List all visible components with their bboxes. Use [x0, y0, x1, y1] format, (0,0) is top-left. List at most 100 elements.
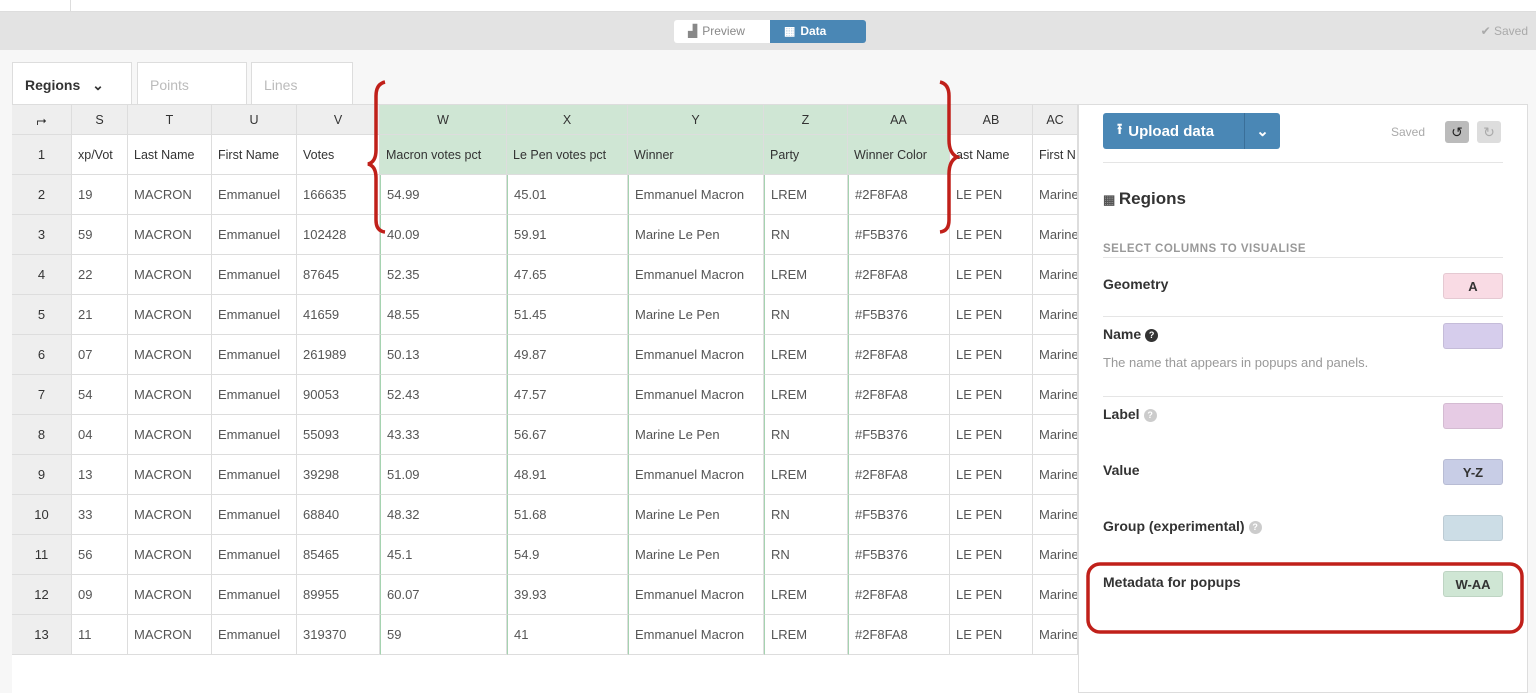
data-cell[interactable]: 48.32 [380, 495, 507, 535]
column-header-s[interactable]: S [72, 105, 128, 135]
data-cell[interactable]: 07 [72, 335, 128, 375]
data-cell[interactable]: LE PEN [950, 535, 1033, 575]
tab-regions[interactable]: Regions ⌄ [12, 62, 132, 106]
column-header-y[interactable]: Y [628, 105, 764, 135]
data-cell[interactable]: 59.91 [507, 215, 628, 255]
row-number[interactable]: 5 [12, 295, 72, 335]
data-cell[interactable]: Emmanuel [212, 295, 297, 335]
header-cell[interactable]: Party [764, 135, 848, 175]
data-cell[interactable]: Emmanuel [212, 215, 297, 255]
tab-points[interactable]: Points [137, 62, 247, 104]
column-selector[interactable] [1443, 403, 1503, 429]
data-cell[interactable]: 54 [72, 375, 128, 415]
row-number[interactable]: 12 [12, 575, 72, 615]
data-cell[interactable]: #F5B376 [848, 215, 950, 255]
row-number[interactable]: 3 [12, 215, 72, 255]
data-cell[interactable]: #2F8FA8 [848, 375, 950, 415]
data-cell[interactable]: #2F8FA8 [848, 335, 950, 375]
header-cell[interactable]: Winner Color [848, 135, 950, 175]
data-cell[interactable]: Emmanuel [212, 255, 297, 295]
header-cell[interactable]: Votes [297, 135, 380, 175]
data-cell[interactable]: #2F8FA8 [848, 455, 950, 495]
row-number[interactable]: 2 [12, 175, 72, 215]
data-cell[interactable]: MACRON [128, 415, 212, 455]
column-header-ab[interactable]: AB [950, 105, 1033, 135]
data-cell[interactable]: Emmanuel [212, 575, 297, 615]
data-cell[interactable]: #F5B376 [848, 295, 950, 335]
data-cell[interactable]: 56.67 [507, 415, 628, 455]
data-cell[interactable]: 261989 [297, 335, 380, 375]
row-number[interactable]: 8 [12, 415, 72, 455]
data-cell[interactable]: LE PEN [950, 455, 1033, 495]
data-cell[interactable]: 39298 [297, 455, 380, 495]
data-cell[interactable]: 52.35 [380, 255, 507, 295]
data-cell[interactable]: Marine [1033, 535, 1078, 575]
data-cell[interactable]: 54.9 [507, 535, 628, 575]
data-cell[interactable]: LREM [764, 375, 848, 415]
data-cell[interactable]: #2F8FA8 [848, 255, 950, 295]
data-cell[interactable]: Emmanuel [212, 375, 297, 415]
data-cell[interactable]: Marine Le Pen [628, 495, 764, 535]
data-grid[interactable]: ⮣ S T U V W X Y Z AA AB AC 1 xp/Vot Last Name First Nam… [12, 104, 1078, 693]
data-cell[interactable]: #2F8FA8 [848, 175, 950, 215]
data-cell[interactable]: LE PEN [950, 215, 1033, 255]
data-cell[interactable]: MACRON [128, 375, 212, 415]
data-cell[interactable]: 47.57 [507, 375, 628, 415]
column-selector[interactable] [1443, 515, 1503, 541]
data-cell[interactable]: MACRON [128, 455, 212, 495]
data-cell[interactable]: 48.91 [507, 455, 628, 495]
sort-toggle-cell[interactable]: ⮣ [12, 105, 72, 135]
data-cell[interactable]: RN [764, 415, 848, 455]
data-cell[interactable]: 85465 [297, 535, 380, 575]
data-cell[interactable]: Marine [1033, 575, 1078, 615]
header-cell[interactable]: Last Name [128, 135, 212, 175]
data-cell[interactable]: LE PEN [950, 375, 1033, 415]
data-cell[interactable]: 89955 [297, 575, 380, 615]
row-number[interactable]: 7 [12, 375, 72, 415]
data-cell[interactable]: 11 [72, 615, 128, 655]
data-cell[interactable]: 41 [507, 615, 628, 655]
data-cell[interactable]: Marine Le Pen [628, 215, 764, 255]
data-cell[interactable]: LE PEN [950, 415, 1033, 455]
column-header-z[interactable]: Z [764, 105, 848, 135]
data-cell[interactable]: Marine [1033, 375, 1078, 415]
column-selector[interactable]: A [1443, 273, 1503, 299]
data-cell[interactable]: RN [764, 495, 848, 535]
data-cell[interactable]: 52.43 [380, 375, 507, 415]
data-cell[interactable]: Emmanuel Macron [628, 615, 764, 655]
data-cell[interactable]: MACRON [128, 535, 212, 575]
row-number[interactable]: 6 [12, 335, 72, 375]
data-cell[interactable]: 39.93 [507, 575, 628, 615]
data-cell[interactable]: 59 [380, 615, 507, 655]
data-cell[interactable]: Emmanuel Macron [628, 335, 764, 375]
data-cell[interactable]: 43.33 [380, 415, 507, 455]
data-cell[interactable]: 56 [72, 535, 128, 575]
data-cell[interactable]: MACRON [128, 295, 212, 335]
data-cell[interactable]: 51.09 [380, 455, 507, 495]
header-cell[interactable]: xp/Vot [72, 135, 128, 175]
data-cell[interactable]: Emmanuel [212, 615, 297, 655]
data-cell[interactable]: 49.87 [507, 335, 628, 375]
data-cell[interactable]: MACRON [128, 335, 212, 375]
data-cell[interactable]: LREM [764, 175, 848, 215]
data-cell[interactable]: Marine [1033, 335, 1078, 375]
data-cell[interactable]: Marine [1033, 495, 1078, 535]
data-cell[interactable]: 59 [72, 215, 128, 255]
data-cell[interactable]: 45.01 [507, 175, 628, 215]
data-cell[interactable]: #F5B376 [848, 415, 950, 455]
data-cell[interactable]: Emmanuel Macron [628, 255, 764, 295]
column-selector[interactable] [1443, 323, 1503, 349]
data-cell[interactable]: Emmanuel Macron [628, 455, 764, 495]
data-cell[interactable]: #F5B376 [848, 535, 950, 575]
help-icon[interactable]: ? [1145, 328, 1159, 342]
data-cell[interactable]: 90053 [297, 375, 380, 415]
data-cell[interactable]: 60.07 [380, 575, 507, 615]
data-cell[interactable]: RN [764, 295, 848, 335]
data-cell[interactable]: LREM [764, 335, 848, 375]
data-cell[interactable]: 50.13 [380, 335, 507, 375]
data-cell[interactable]: Emmanuel Macron [628, 575, 764, 615]
data-cell[interactable]: 04 [72, 415, 128, 455]
data-cell[interactable]: LE PEN [950, 495, 1033, 535]
data-button[interactable]: ▦ Data [770, 20, 866, 43]
data-cell[interactable]: 102428 [297, 215, 380, 255]
